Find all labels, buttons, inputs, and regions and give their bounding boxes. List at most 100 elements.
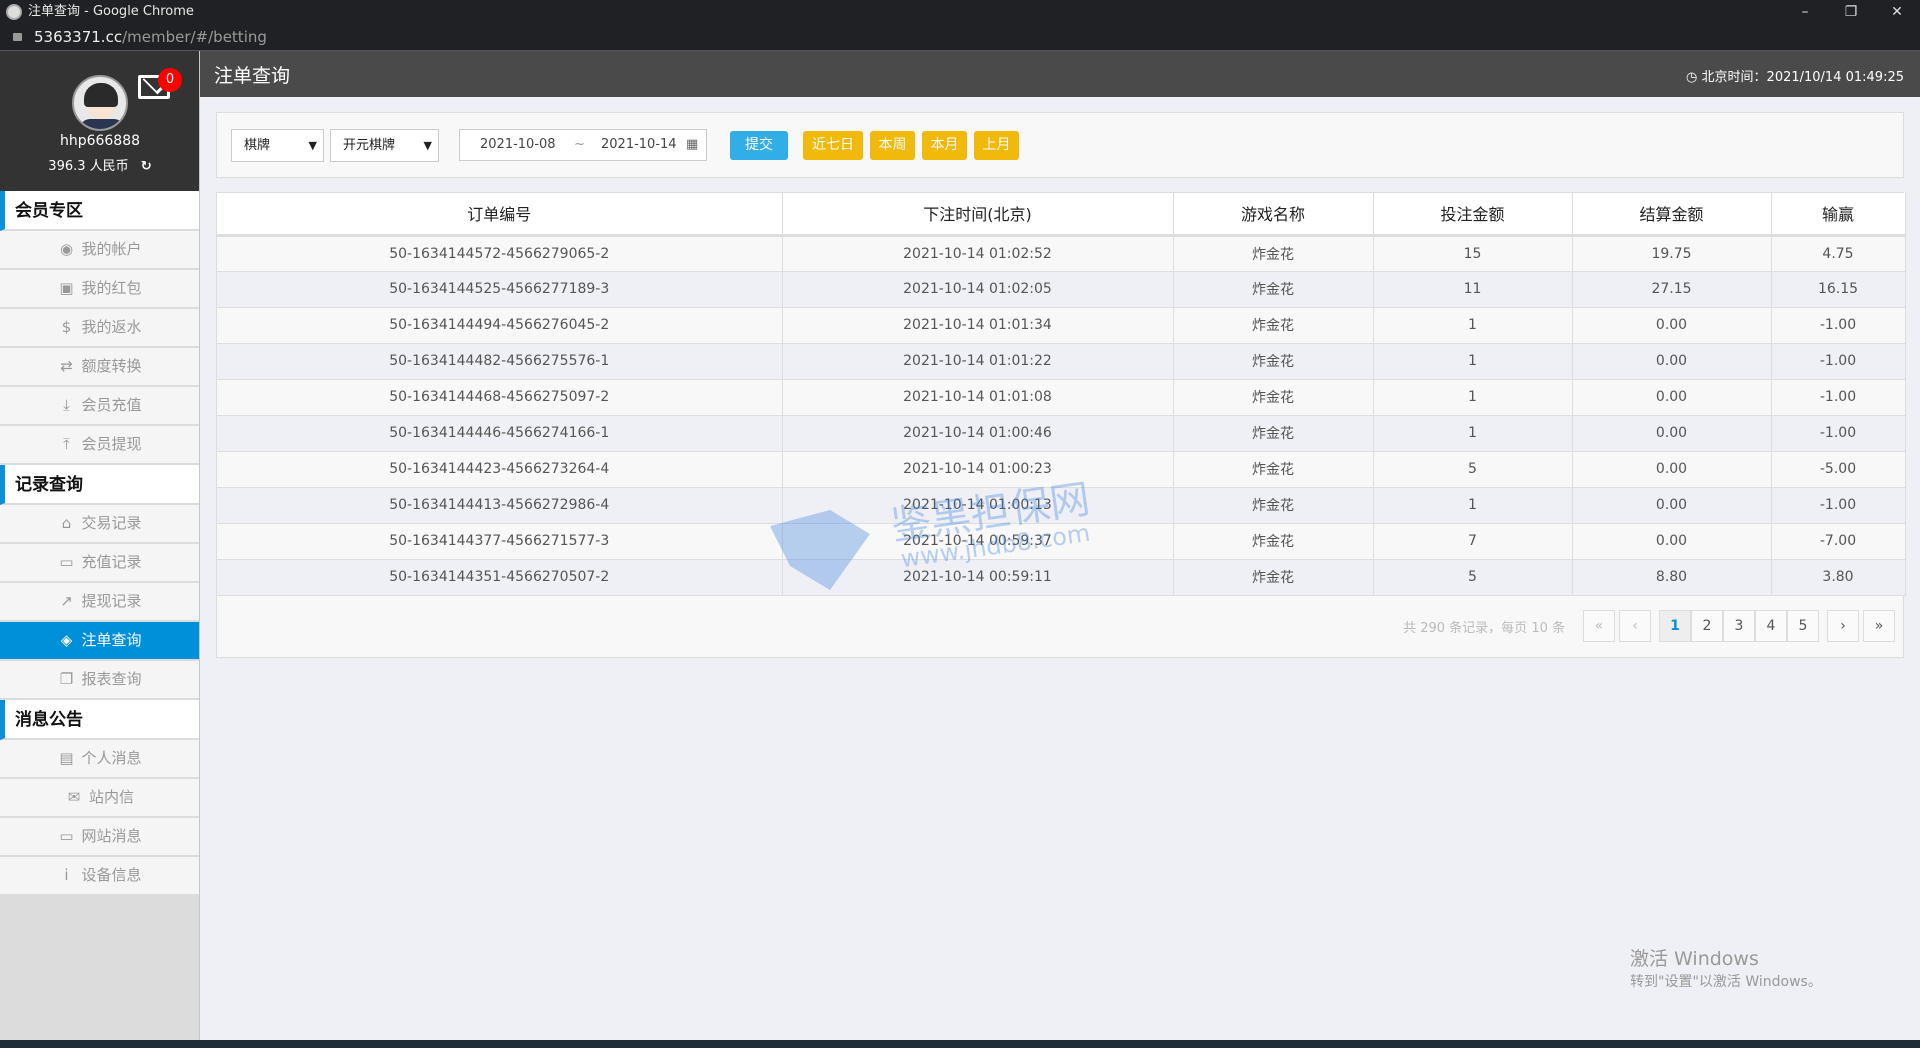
column-header: 下注时间(北京) bbox=[782, 193, 1174, 237]
windows-activation-notice: 激活 Windows 转到"设置"以激活 Windows。 bbox=[1630, 948, 1822, 990]
laptop-icon: ▭ bbox=[59, 827, 74, 845]
date-to: 2021-10-14 bbox=[601, 137, 677, 152]
sidebar-item[interactable]: ▭ 充值记录 bbox=[0, 544, 199, 583]
last-month-button[interactable]: 上月 bbox=[974, 131, 1019, 160]
sidebar-item[interactable]: ▤ 个人消息 bbox=[0, 740, 199, 779]
window-title: 注单查询 - Google Chrome bbox=[28, 4, 194, 19]
table-cell: -1.00 bbox=[1771, 415, 1906, 452]
close-button[interactable]: ✕ bbox=[1874, 0, 1920, 24]
url-host: 5363371.cc bbox=[34, 28, 123, 46]
sidebar-item[interactable]: ⤓ 会员充值 bbox=[0, 387, 199, 426]
sidebar-item[interactable]: ◈ 注单查询 bbox=[0, 622, 199, 661]
copy-icon: ❐ bbox=[59, 670, 74, 688]
sidebar-item[interactable]: ⤒ 会员提现 bbox=[0, 426, 199, 465]
avatar[interactable] bbox=[72, 75, 128, 131]
page-button[interactable]: 2 bbox=[1691, 610, 1723, 642]
sidebar-item-label: 我的返水 bbox=[81, 318, 142, 336]
table-cell: 1 bbox=[1373, 343, 1573, 380]
bank-icon: ⌂ bbox=[61, 514, 72, 532]
table-row: 50-1634144351-4566270507-2 2021-10-14 00:… bbox=[217, 559, 1906, 596]
table-cell: 5 bbox=[1373, 559, 1573, 596]
sidebar-item-label: 网站消息 bbox=[81, 827, 142, 845]
sidebar-item[interactable]: ⌂ 交易记录 bbox=[0, 505, 199, 544]
table-cell: 0.00 bbox=[1572, 307, 1772, 344]
next-page-button[interactable]: › bbox=[1827, 610, 1859, 642]
category-select[interactable]: 棋牌 ▼ bbox=[231, 129, 324, 162]
info-icon: i bbox=[64, 866, 69, 884]
table-cell: 50-1634144482-4566275576-1 bbox=[217, 343, 783, 380]
sidebar-item[interactable]: ↗ 提现记录 bbox=[0, 583, 199, 622]
bet-table-panel: 订单编号 下注时间(北京) 游戏名称 投注金额 结算金额 输赢 50-1634144572… bbox=[216, 192, 1906, 658]
table-cell: 0.00 bbox=[1572, 343, 1772, 380]
table-row: 50-1634144482-4566275576-1 2021-10-14 01:… bbox=[217, 343, 1906, 380]
table-cell: 炸金花 bbox=[1173, 451, 1374, 488]
last-7-days-button[interactable]: 近七日 bbox=[803, 131, 863, 160]
sidebar-item[interactable]: ▭ 网站消息 bbox=[0, 818, 199, 857]
ticket-icon: ◈ bbox=[60, 631, 73, 649]
dollar-icon: $ bbox=[61, 318, 72, 336]
this-week-button[interactable]: 本周 bbox=[870, 131, 915, 160]
table-cell: 4.75 bbox=[1771, 235, 1906, 272]
username: hhp666888 bbox=[59, 133, 141, 149]
sidebar-section-header: 记录查询 bbox=[0, 465, 199, 505]
pagination: 共 290 条记录，每页 10 条 « ‹ 12345 › » bbox=[1403, 610, 1895, 642]
table-cell: -5.00 bbox=[1771, 451, 1906, 488]
minimize-button[interactable]: – bbox=[1782, 0, 1828, 24]
sidebar-item[interactable]: $ 我的返水 bbox=[0, 309, 199, 348]
filter-panel: 棋牌 ▼ 开元棋牌 ▼ 2021-10-08 ~ 2021-10-14 ▦ 提交 近… bbox=[216, 112, 1904, 178]
refresh-icon[interactable]: ↻ bbox=[141, 159, 152, 174]
sidebar-item-label: 充值记录 bbox=[81, 553, 142, 571]
sidebar-item[interactable]: ◉ 我的帐户 bbox=[0, 231, 199, 270]
table-cell: 1 bbox=[1373, 379, 1573, 416]
page-button[interactable]: 4 bbox=[1755, 610, 1787, 642]
upload-icon: ⤒ bbox=[63, 435, 70, 453]
address-bar[interactable]: 5363371.cc/member/#/betting bbox=[0, 26, 1920, 51]
table-cell: 2021-10-14 01:00:23 bbox=[782, 451, 1174, 488]
sidebar-item[interactable]: ⇄ 额度转换 bbox=[0, 348, 199, 387]
table-cell: 炸金花 bbox=[1173, 415, 1374, 452]
page-title: 注单查询 bbox=[214, 65, 291, 87]
table-cell: 16.15 bbox=[1771, 271, 1906, 308]
table-cell: 炸金花 bbox=[1173, 559, 1374, 596]
page-button[interactable]: 3 bbox=[1723, 610, 1755, 642]
submit-button[interactable]: 提交 bbox=[730, 131, 788, 160]
sidebar-item-label: 会员提现 bbox=[81, 435, 142, 453]
calendar-icon: ▦ bbox=[686, 137, 699, 152]
table-cell: -1.00 bbox=[1771, 307, 1906, 344]
prev-page-button[interactable]: ‹ bbox=[1619, 610, 1651, 642]
table-cell: 2021-10-14 01:02:05 bbox=[782, 271, 1174, 308]
restore-button[interactable]: ❐ bbox=[1828, 0, 1874, 24]
page-button[interactable]: 1 bbox=[1659, 610, 1691, 642]
page-header: 注单查询 ◷ 北京时间：2021/10/14 01:49:25 bbox=[200, 51, 1920, 97]
table-cell: -1.00 bbox=[1771, 487, 1906, 524]
sidebar-item-label: 我的红包 bbox=[81, 279, 142, 297]
url-path: /member/#/betting bbox=[122, 28, 267, 46]
sidebar-item[interactable]: ▣ 我的红包 bbox=[0, 270, 199, 309]
chevron-down-icon: ▼ bbox=[423, 139, 432, 152]
table-cell: 炸金花 bbox=[1173, 307, 1374, 344]
platform-select[interactable]: 开元棋牌 ▼ bbox=[330, 129, 439, 162]
sidebar-item-label: 提现记录 bbox=[81, 592, 142, 610]
table-row: 50-1634144446-4566274166-1 2021-10-14 01:… bbox=[217, 415, 1906, 452]
table-cell: 1 bbox=[1373, 487, 1573, 524]
sidebar-item-label: 会员充值 bbox=[81, 396, 142, 414]
sidebar-item[interactable]: i 设备信息 bbox=[0, 857, 199, 896]
chevron-down-icon: ▼ bbox=[308, 139, 317, 152]
sidebar-item[interactable]: ❐ 报表查询 bbox=[0, 661, 199, 700]
table-row: 50-1634144525-4566277189-3 2021-10-14 01:… bbox=[217, 271, 1906, 308]
table-cell: 2021-10-14 01:01:22 bbox=[782, 343, 1174, 380]
last-page-button[interactable]: » bbox=[1863, 610, 1895, 642]
id-card-icon: ▤ bbox=[59, 749, 74, 767]
table-cell: 50-1634144468-4566275097-2 bbox=[217, 379, 783, 416]
table-cell: 2021-10-14 01:02:52 bbox=[782, 235, 1174, 272]
date-range-input[interactable]: 2021-10-08 ~ 2021-10-14 ▦ bbox=[459, 129, 707, 161]
table-cell: 19.75 bbox=[1572, 235, 1772, 272]
clock-icon: ◷ bbox=[1686, 70, 1698, 85]
sidebar-item[interactable]: ✉ 站内信 bbox=[0, 779, 199, 818]
column-header: 输赢 bbox=[1771, 193, 1906, 237]
first-page-button[interactable]: « bbox=[1583, 610, 1615, 642]
page-button[interactable]: 5 bbox=[1787, 610, 1819, 642]
table-cell: -1.00 bbox=[1771, 379, 1906, 416]
table-cell: 2021-10-14 00:59:37 bbox=[782, 523, 1174, 560]
this-month-button[interactable]: 本月 bbox=[922, 131, 967, 160]
